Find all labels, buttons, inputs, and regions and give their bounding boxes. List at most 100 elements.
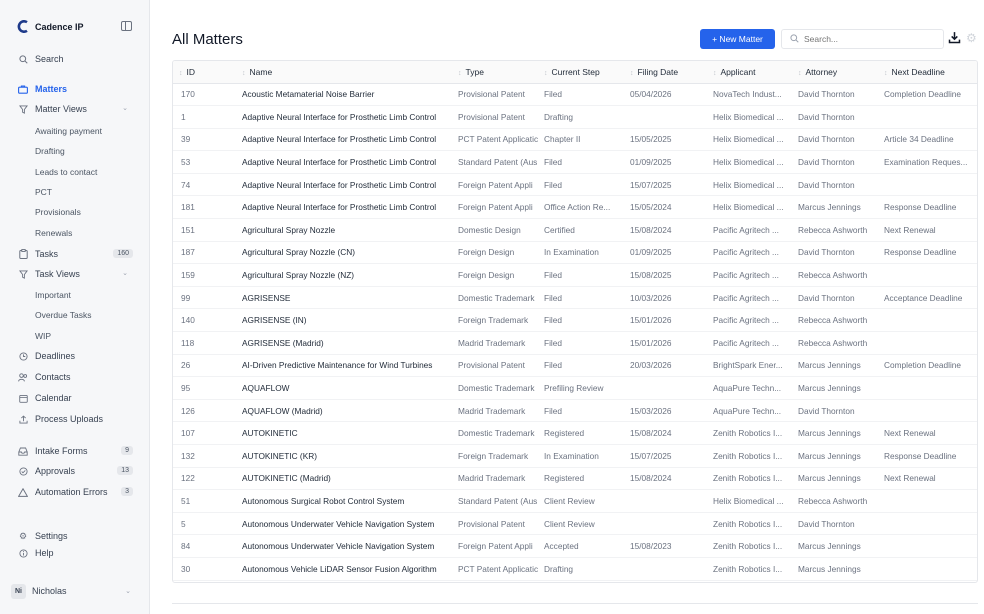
table-row[interactable]: 187 Agricultural Spray Nozzle (CN) Foreign… — [173, 241, 977, 265]
nav-task-view-overdue[interactable]: Overdue Tasks — [0, 305, 150, 325]
table-row[interactable]: 26 AI-Driven Predictive Maintenance for W… — [173, 354, 977, 378]
column-header-applicant[interactable]: ↕ Applicant — [707, 61, 792, 84]
cell-id: 159 — [173, 263, 236, 287]
table-row[interactable]: 5 Autonomous Underwater Vehicle Navigatio… — [173, 512, 977, 536]
cell-applicant: AquaPure Techn... — [707, 399, 792, 423]
cell-id: 140 — [173, 308, 236, 333]
table-row[interactable]: 122 AUTOKINETIC (Madrid) Madrid Trademark R… — [173, 467, 977, 491]
tasks-count-badge: 160 — [113, 249, 133, 258]
cell-id: 170 — [173, 83, 236, 107]
table-row[interactable]: 95 AQUAFLOW Domestic Trademark Prefiling Re… — [173, 376, 977, 400]
cell-type: Foreign Design — [452, 241, 538, 265]
table-row[interactable]: 53 Adaptive Neural Interface for Prosthet… — [173, 150, 977, 174]
sort-icon: ↕ — [458, 69, 462, 77]
nav-contacts[interactable]: Contacts — [0, 367, 150, 387]
table-row[interactable]: 140 AGRISENSE (IN) Foreign Trademark Filed 1… — [173, 308, 977, 333]
table-row[interactable]: 151 Agricultural Spray Nozzle Domestic Des… — [173, 218, 977, 242]
nav-intake-forms[interactable]: Intake Forms 9 — [0, 441, 150, 461]
nav-matter-views[interactable]: Matter Views ⌄ — [0, 99, 150, 119]
cell-next-deadline: Completion Deadline — [878, 83, 977, 107]
nav-deadlines[interactable]: Deadlines — [0, 346, 150, 366]
nav-tasks[interactable]: Tasks 160 — [0, 244, 150, 264]
nav-tasks-label: Tasks — [35, 249, 59, 259]
nav-approvals[interactable]: Approvals 13 — [0, 461, 150, 481]
search-input[interactable] — [804, 34, 924, 44]
page-title: All Matters — [172, 31, 243, 48]
brand[interactable]: Cadence IP — [16, 20, 84, 33]
nav-view-label: Provisionals — [35, 207, 81, 217]
search-field[interactable] — [781, 29, 944, 49]
table-row[interactable]: 170 Acoustic Metamaterial Noise Barrier Pr… — [173, 83, 977, 107]
nav-view-drafting[interactable]: Drafting — [0, 141, 150, 161]
table-row[interactable]: 84 Autonomous Underwater Vehicle Navigati… — [173, 534, 977, 558]
nav-view-provisionals[interactable]: Provisionals — [0, 202, 150, 222]
cell-attorney: Rebecca Ashworth — [792, 308, 878, 333]
cell-next-deadline — [878, 105, 977, 129]
table-row[interactable]: 132 AUTOKINETIC (KR) Foreign Trademark In E… — [173, 444, 977, 468]
upload-icon — [18, 414, 28, 424]
table-row[interactable]: 51 Autonomous Surgical Robot Control Syst… — [173, 489, 977, 513]
nav-task-views[interactable]: Task Views ⌄ — [0, 264, 150, 284]
column-header-label: Applicant — [720, 66, 756, 77]
cell-id: 84 — [173, 534, 236, 558]
cell-type: Madrid Trademark — [452, 467, 538, 491]
table-row[interactable]: 126 AQUAFLOW (Madrid) Madrid Trademark File… — [173, 399, 977, 423]
nav-help[interactable]: Help — [0, 543, 150, 563]
table-row[interactable]: 74 Adaptive Neural Interface for Prosthet… — [173, 173, 977, 197]
table-row[interactable]: 107 AUTOKINETIC Domestic Trademark Register… — [173, 421, 977, 445]
nav-automation-errors-label: Automation Errors — [35, 487, 108, 497]
nav-search[interactable]: Search — [0, 49, 150, 69]
nav-view-pct[interactable]: PCT — [0, 182, 150, 202]
nav-matters[interactable]: Matters — [0, 79, 150, 99]
cell-filing-date: 01/09/2025 — [624, 150, 707, 174]
chevron-down-icon: ⌄ — [122, 105, 128, 112]
nav-view-awaiting-payment[interactable]: Awaiting payment — [0, 121, 150, 141]
table-row[interactable]: 1 Adaptive Neural Interface for Prostheti… — [173, 105, 977, 129]
table-row[interactable]: 181 Adaptive Neural Interface for Prosthe… — [173, 195, 977, 220]
table-row[interactable]: 99 AGRISENSE Domestic Trademark Filed 10/03/… — [173, 286, 977, 310]
sidebar-collapse-icon[interactable] — [121, 21, 132, 31]
column-header-next-deadline[interactable]: ↕ Next Deadline — [878, 61, 977, 84]
column-header-label: Type — [465, 66, 484, 77]
cell-applicant: Pacific Agritech ... — [707, 218, 792, 242]
search-icon — [790, 33, 799, 45]
user-menu[interactable]: Ni Nicholas ⌄ — [8, 580, 142, 602]
nav-task-view-wip[interactable]: WIP — [0, 326, 150, 346]
download-icon[interactable] — [948, 31, 962, 45]
nav-view-label: Leads to contact — [35, 167, 98, 177]
nav-process-uploads[interactable]: Process Uploads — [0, 409, 150, 429]
cell-attorney: David Thornton — [792, 173, 878, 197]
column-header-filing-date[interactable]: ↕ Filing Date — [624, 61, 707, 84]
cell-type: Domestic Trademark — [452, 376, 538, 400]
nav-process-uploads-label: Process Uploads — [35, 414, 104, 424]
column-header-id[interactable]: ↕ ID — [173, 61, 236, 84]
table-header-row: ↕ ID ↕ Name ↕ Type ↕ Current Step ↕ Filing Date ↕ A… — [173, 61, 977, 84]
cell-filing-date — [624, 557, 707, 581]
table-row[interactable]: 159 Agricultural Spray Nozzle (NZ) Foreign… — [173, 263, 977, 287]
cell-current-step: Filed — [538, 399, 624, 423]
nav-automation-errors[interactable]: Automation Errors 3 — [0, 482, 150, 502]
gear-icon[interactable]: ⚙ — [966, 32, 978, 44]
new-matter-button[interactable]: + New Matter — [700, 29, 775, 49]
column-header-name[interactable]: ↕ Name — [236, 61, 452, 84]
nav-task-view-important[interactable]: Important — [0, 285, 150, 305]
nav-view-leads-to-contact[interactable]: Leads to contact — [0, 162, 150, 182]
column-header-attorney[interactable]: ↕ Attorney — [792, 61, 878, 84]
cell-name: Agricultural Spray Nozzle — [236, 218, 452, 242]
cell-filing-date — [624, 105, 707, 129]
nav-view-renewals[interactable]: Renewals — [0, 223, 150, 243]
cell-attorney: Rebecca Ashworth — [792, 331, 878, 355]
cell-attorney: Rebecca Ashworth — [792, 263, 878, 287]
column-header-label: Attorney — [805, 66, 838, 77]
table-row[interactable]: 30 Autonomous Vehicle LiDAR Sensor Fusion… — [173, 557, 977, 581]
cell-id: 151 — [173, 218, 236, 242]
cell-filing-date: 15/08/2024 — [624, 467, 707, 491]
table-row[interactable]: 118 AGRISENSE (Madrid) Madrid Trademark Fil… — [173, 331, 977, 355]
column-header-current-step[interactable]: ↕ Current Step — [538, 61, 624, 84]
cell-current-step: Drafting — [538, 557, 624, 581]
column-header-type[interactable]: ↕ Type — [452, 61, 538, 84]
nav-calendar[interactable]: Calendar — [0, 388, 150, 408]
cell-id: 95 — [173, 376, 236, 400]
cell-type: Foreign Trademark — [452, 308, 538, 333]
table-row[interactable]: 39 Adaptive Neural Interface for Prosthet… — [173, 128, 977, 152]
